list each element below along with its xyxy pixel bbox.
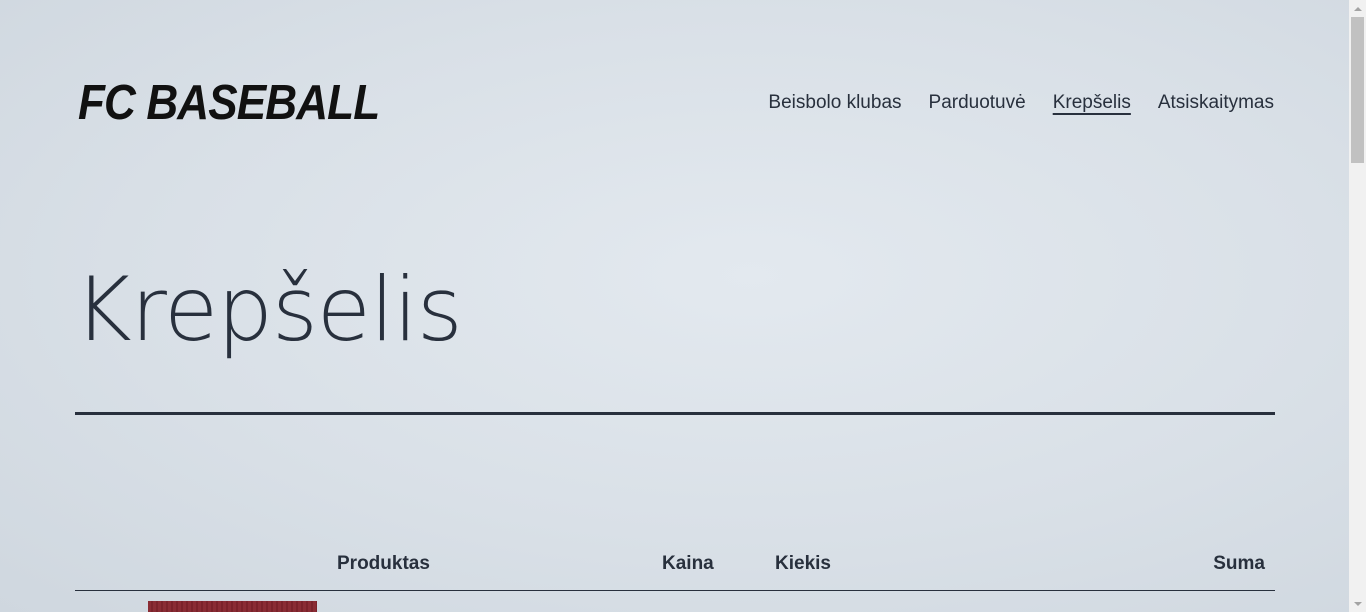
arrow-up-icon: [1353, 6, 1362, 11]
column-header-quantity: Kiekis: [775, 553, 831, 574]
column-header-product: Produktas: [337, 553, 430, 574]
column-header-price: Kaina: [662, 553, 714, 574]
column-header-total: Suma: [1213, 553, 1265, 574]
nav-item-beisbolo-klubas[interactable]: Beisbolo klubas: [768, 90, 901, 116]
page-title: Krepšelis: [74, 258, 463, 361]
product-thumbnail[interactable]: [148, 601, 317, 612]
primary-nav: Beisbolo klubas Parduotuvė Krepšelis Ats…: [768, 90, 1274, 116]
arrow-down-icon: [1353, 601, 1362, 606]
title-divider: [75, 412, 1275, 415]
nav-item-parduotuve[interactable]: Parduotuvė: [929, 90, 1026, 116]
site-logo[interactable]: FC BASEBALL: [78, 76, 380, 130]
scroll-up-button[interactable]: [1349, 0, 1366, 17]
nav-item-atsiskaitymas[interactable]: Atsiskaitymas: [1158, 90, 1274, 116]
vertical-scrollbar[interactable]: [1349, 0, 1366, 612]
scrollbar-thumb[interactable]: [1351, 17, 1364, 163]
page: FC BASEBALL Beisbolo klubas Parduotuvė K…: [0, 0, 1349, 612]
scroll-down-button[interactable]: [1349, 595, 1366, 612]
nav-item-krepselis[interactable]: Krepšelis: [1053, 90, 1131, 116]
cart-table-header: Produktas Kaina Kiekis Suma: [75, 550, 1275, 591]
